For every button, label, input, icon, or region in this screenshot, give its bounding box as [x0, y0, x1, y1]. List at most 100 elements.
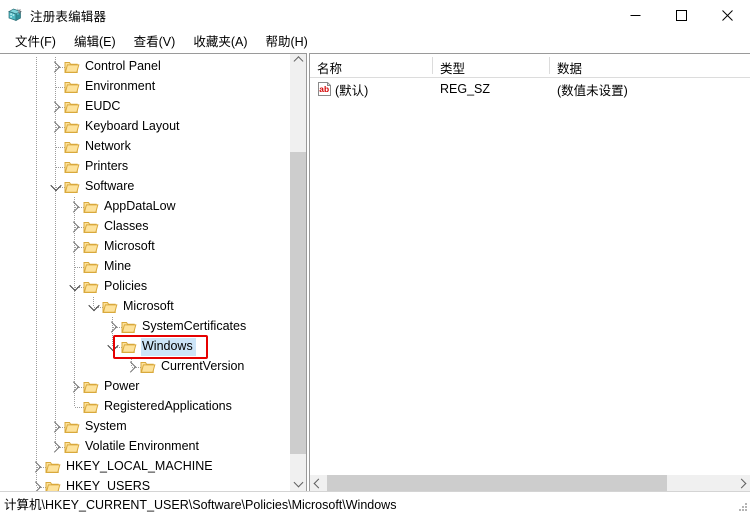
tree-item-software[interactable]: Software: [0, 177, 289, 197]
scroll-left-arrow-icon[interactable]: [310, 475, 327, 491]
value-row[interactable]: ab (默认) REG_SZ (数值未设置): [310, 78, 750, 100]
tree-item-control-panel[interactable]: Control Panel: [0, 57, 289, 77]
chevron-right-icon[interactable]: [67, 199, 83, 215]
scroll-right-arrow-icon[interactable]: [733, 475, 750, 491]
tree-item-system[interactable]: System: [0, 417, 289, 437]
tree-item-label: Policies: [104, 279, 148, 293]
tree-guide-line: [36, 77, 37, 97]
tree-item-label: Mine: [104, 259, 132, 273]
tree-item-appdatalow[interactable]: AppDataLow: [0, 197, 289, 217]
tree-item-label: SystemCertificates: [142, 319, 247, 333]
tree-vertical-scrollbar[interactable]: [289, 54, 306, 491]
minimize-button[interactable]: [612, 0, 658, 30]
tree-item-microsoft[interactable]: Microsoft: [0, 237, 289, 257]
chevron-right-icon[interactable]: [124, 359, 140, 375]
tree-item-microsoft[interactable]: Microsoft: [0, 297, 289, 317]
menu-help[interactable]: 帮助(H): [256, 29, 316, 53]
chevron-right-icon[interactable]: [48, 99, 64, 115]
chevron-right-icon[interactable]: [105, 319, 121, 335]
chevron-down-icon[interactable]: [48, 179, 64, 195]
folder-icon: [64, 440, 80, 454]
folder-icon: [64, 160, 80, 174]
tree-item-power[interactable]: Power: [0, 377, 289, 397]
tree-item-label: HKEY_LOCAL_MACHINE: [66, 459, 213, 473]
resize-grip-icon[interactable]: [736, 500, 748, 512]
menu-view[interactable]: 查看(V): [125, 29, 185, 53]
chevron-down-icon[interactable]: [86, 299, 102, 315]
registry-tree-pane: Control Panel Environment EUDC Keyboard Lay…: [0, 53, 307, 491]
tree-guide-line: [36, 177, 37, 197]
tree-guide-line: [55, 357, 56, 377]
tree-item-hkey-users[interactable]: HKEY_USERS: [0, 477, 289, 491]
menu-edit[interactable]: 编辑(E): [65, 29, 125, 53]
tree-item-classes[interactable]: Classes: [0, 217, 289, 237]
folder-icon: [121, 320, 137, 334]
chevron-right-icon[interactable]: [48, 119, 64, 135]
tree-expander-placeholder: [48, 159, 64, 175]
chevron-right-icon[interactable]: [67, 239, 83, 255]
menu-favorites[interactable]: 收藏夹(A): [184, 29, 256, 53]
tree-item-printers[interactable]: Printers: [0, 157, 289, 177]
tree-guide-line: [36, 437, 37, 457]
folder-icon: [64, 180, 80, 194]
tree-item-policies[interactable]: Policies: [0, 277, 289, 297]
tree-item-hkey-local-machine[interactable]: HKEY_LOCAL_MACHINE: [0, 457, 289, 477]
folder-icon: [83, 220, 99, 234]
tree-guide-line: [36, 357, 37, 377]
folder-icon: [83, 240, 99, 254]
tree-guide-line: [36, 237, 37, 257]
tree-item-label: Printers: [85, 159, 129, 173]
tree-guide-line: [36, 377, 37, 397]
tree-item-currentversion[interactable]: CurrentVersion: [0, 357, 289, 377]
tree-guide-line: [36, 97, 37, 117]
tree-scroll-viewport: Control Panel Environment EUDC Keyboard Lay…: [0, 54, 289, 491]
tree-item-label: Network: [85, 139, 131, 153]
tree-scrollbar-thumb[interactable]: [290, 152, 306, 454]
tree-item-label: Control Panel: [85, 59, 161, 73]
tree-item-label: HKEY_USERS: [66, 479, 151, 491]
folder-icon: [64, 80, 80, 94]
tree-item-registeredapplications[interactable]: RegisteredApplications: [0, 397, 289, 417]
tree-guide-line: [55, 197, 56, 217]
maximize-button[interactable]: [658, 0, 704, 30]
window-title: 注册表编辑器: [30, 9, 107, 24]
chevron-right-icon[interactable]: [67, 219, 83, 235]
tree-guide-line: [55, 317, 56, 337]
value-type-cell: REG_SZ: [440, 82, 491, 96]
tree-item-label: Power: [104, 379, 140, 393]
chevron-right-icon[interactable]: [48, 419, 64, 435]
tree-item-mine[interactable]: Mine: [0, 257, 289, 277]
values-scrollbar-thumb[interactable]: [327, 475, 667, 491]
tree-guide-line: [36, 217, 37, 237]
chevron-down-icon[interactable]: [67, 279, 83, 295]
tree-item-label: Environment: [85, 79, 156, 93]
chevron-right-icon[interactable]: [48, 439, 64, 455]
chevron-right-icon[interactable]: [48, 59, 64, 75]
chevron-right-icon[interactable]: [29, 459, 45, 475]
tree-guide-line: [36, 277, 37, 297]
tree-item-keyboard-layout[interactable]: Keyboard Layout: [0, 117, 289, 137]
folder-icon: [83, 280, 99, 294]
tree-guide-line: [55, 337, 56, 357]
column-data[interactable]: 数据: [550, 54, 730, 77]
tree-item-environment[interactable]: Environment: [0, 77, 289, 97]
values-horizontal-scrollbar[interactable]: [310, 474, 750, 491]
scroll-down-arrow-icon[interactable]: [290, 474, 306, 491]
column-name[interactable]: 名称: [310, 54, 433, 77]
chevron-right-icon[interactable]: [67, 379, 83, 395]
menu-file[interactable]: 文件(F): [6, 29, 65, 53]
tree-item-systemcertificates[interactable]: SystemCertificates: [0, 317, 289, 337]
folder-icon: [121, 340, 137, 354]
tree-guide-line: [36, 257, 37, 277]
scroll-up-arrow-icon[interactable]: [290, 54, 306, 71]
folder-icon: [83, 400, 99, 414]
tree-item-eudc[interactable]: EUDC: [0, 97, 289, 117]
close-button[interactable]: [704, 0, 750, 30]
column-type[interactable]: 类型: [433, 54, 550, 77]
tree-item-windows[interactable]: Windows: [0, 337, 289, 357]
chevron-right-icon[interactable]: [29, 479, 45, 491]
tree-item-volatile-environment[interactable]: Volatile Environment: [0, 437, 289, 457]
tree-item-label: Software: [85, 179, 135, 193]
tree-item-network[interactable]: Network: [0, 137, 289, 157]
chevron-down-icon[interactable]: [105, 339, 121, 355]
